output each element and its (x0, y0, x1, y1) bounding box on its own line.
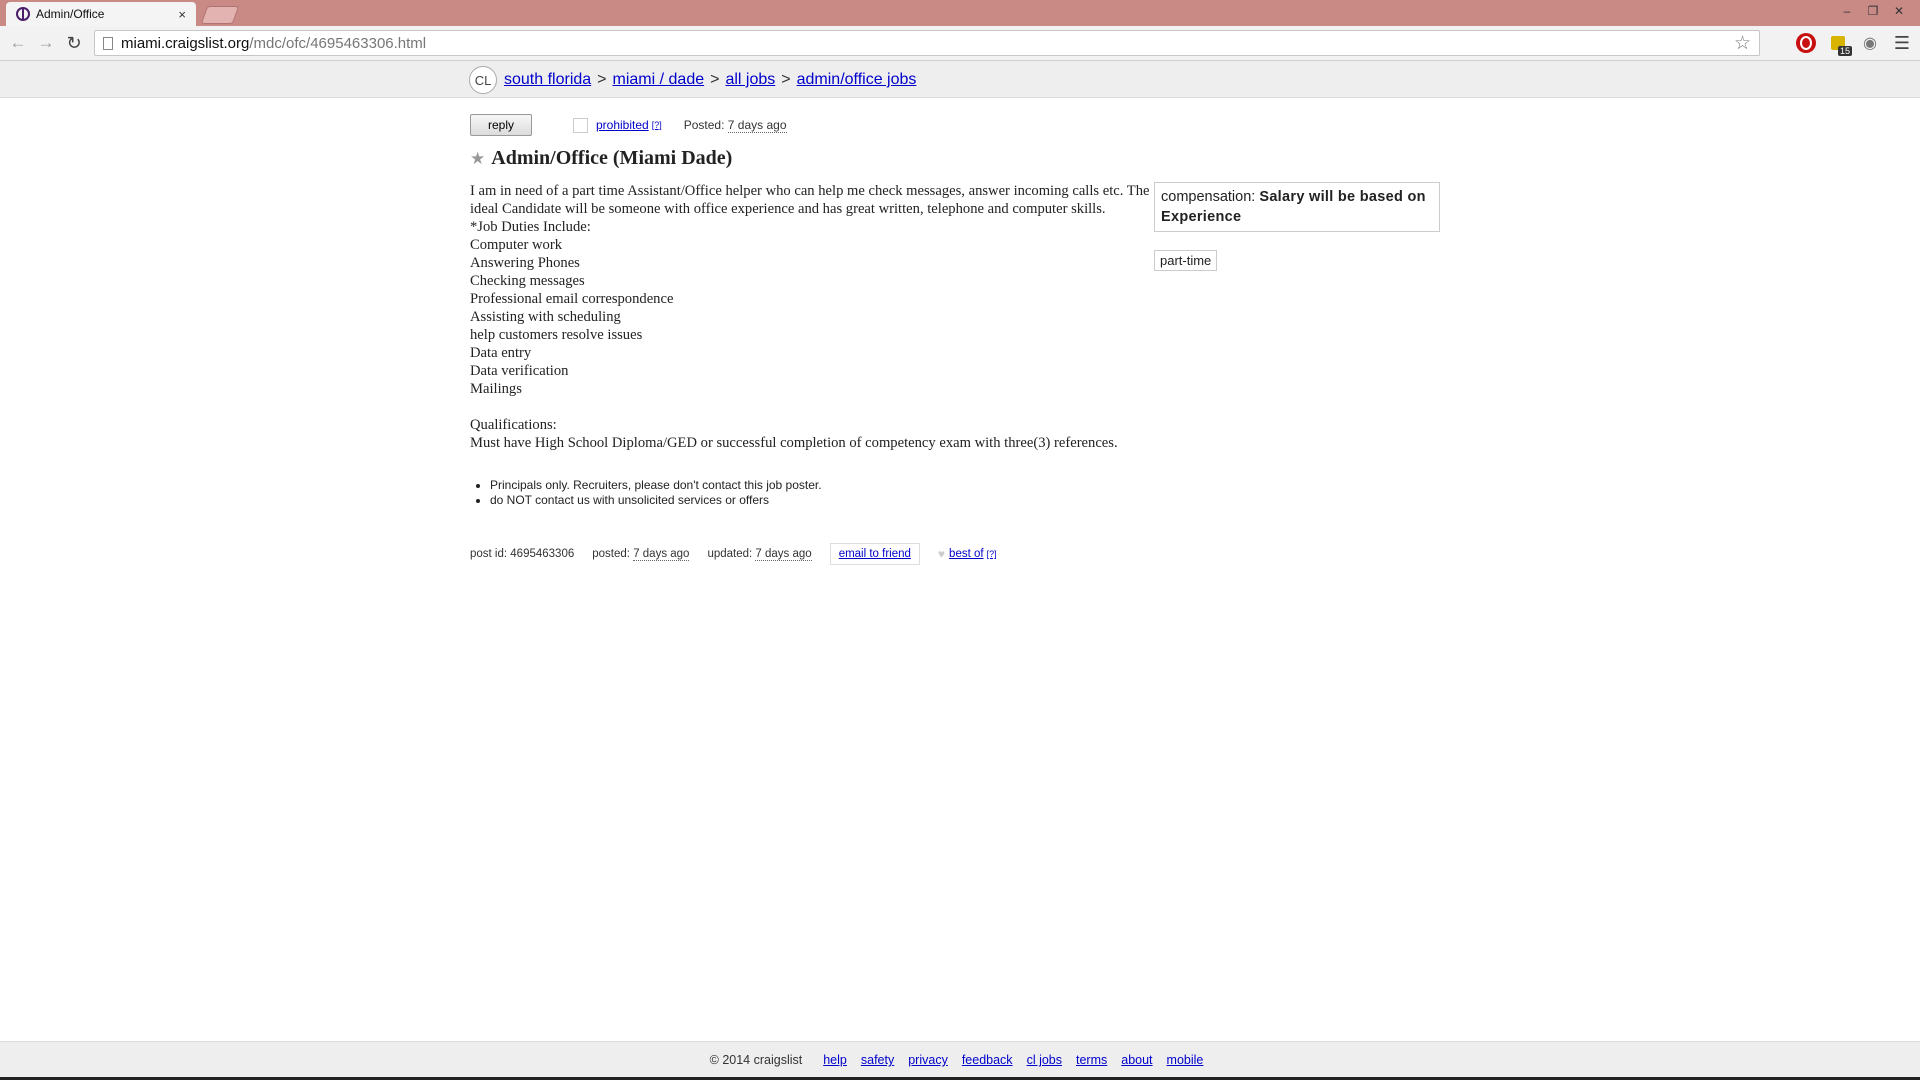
extension-badge: 15 (1837, 46, 1852, 56)
browser-titlebar: Admin/Office × – ❐ ✕ (0, 0, 1920, 26)
address-bar[interactable]: miami.craigslist.org/mdc/ofc/4695463306.… (94, 30, 1760, 56)
notice-item: Principals only. Recruiters, please don'… (490, 478, 1470, 493)
restore-button[interactable]: ❐ (1860, 2, 1886, 20)
opera-extension-icon[interactable] (1796, 33, 1816, 53)
tab-title: Admin/Office (36, 7, 105, 21)
copyright: © 2014 craigslist (709, 1053, 803, 1067)
favorite-star-icon[interactable]: ★ (470, 149, 485, 169)
breadcrumb: CL south florida > miami / dade > all jo… (469, 66, 916, 94)
craigslist-logo[interactable]: CL (469, 66, 497, 94)
footer-link-privacy[interactable]: privacy (908, 1053, 948, 1067)
reload-icon[interactable]: ↻ (64, 33, 84, 53)
updated-meta-label: updated: (707, 548, 753, 560)
post-id-label: post id: (470, 548, 508, 560)
posted-info: Posted: 7 days ago (683, 118, 787, 133)
action-row: reply prohibited [?] Posted: 7 days ago (470, 113, 1470, 137)
compensation-label: compensation: (1161, 189, 1256, 205)
peace-favicon-icon (16, 7, 30, 21)
menu-icon[interactable]: ☰ (1892, 33, 1912, 53)
page-footer: © 2014 craigslist help safety privacy fe… (0, 1041, 1920, 1078)
url-path: /mdc/ofc/4695463306.html (249, 34, 427, 52)
duty-item: Computer work (470, 237, 563, 253)
posted-label: Posted: (683, 118, 725, 132)
post-id-value: 4695463306 (510, 548, 575, 560)
posting-intro: I am in need of a part time Assistant/Of… (470, 183, 1150, 217)
posting-content: reply prohibited [?] Posted: 7 days ago … (470, 113, 1470, 565)
posting-title: Admin/Office (Miami Dade) (491, 147, 733, 169)
footer-link-feedback[interactable]: feedback (962, 1053, 1013, 1067)
url-host: miami.craigslist.org (121, 34, 250, 52)
footer-link-safety[interactable]: safety (861, 1053, 894, 1067)
best-of-help-link[interactable]: [?] (987, 549, 997, 559)
notice-item: do NOT contact us with unsolicited servi… (490, 493, 1470, 508)
posted-date: 7 days ago (727, 118, 787, 133)
duty-item: Data verification (470, 363, 569, 379)
duties-header: *Job Duties Include: (470, 219, 591, 235)
duty-item: Assisting with scheduling (470, 309, 621, 325)
compensation-box: compensation: Salary will be based on Ex… (1154, 182, 1440, 232)
prohibited-flag-checkbox[interactable] (573, 117, 588, 133)
prohibited-link[interactable]: prohibited (596, 118, 649, 132)
posted-meta: posted: 7 days ago (592, 548, 690, 561)
duty-item: Data entry (470, 345, 532, 361)
duty-item: Checking messages (470, 273, 585, 289)
employment-type-tag: part-time (1154, 250, 1218, 271)
close-window-button[interactable]: ✕ (1886, 2, 1912, 20)
cl-header: CL south florida > miami / dade > all jo… (0, 61, 1920, 98)
breadcrumb-separator: > (781, 71, 791, 88)
breadcrumb-south-florida[interactable]: south florida (504, 71, 591, 89)
duty-item: help customers resolve issues (470, 327, 643, 343)
forward-arrow-icon[interactable]: → (36, 33, 56, 53)
new-tab-button[interactable] (200, 6, 240, 24)
browser-tab[interactable]: Admin/Office × (6, 2, 196, 26)
eye-extension-icon[interactable]: ◉ (1860, 33, 1880, 53)
notices-list: Principals only. Recruiters, please don'… (470, 478, 1470, 508)
duty-item: Answering Phones (470, 255, 580, 271)
title-row: ★ Admin/Office (Miami Dade) (470, 147, 1470, 170)
footer-link-about[interactable]: about (1121, 1053, 1152, 1067)
prohibited-help-link[interactable]: [?] (652, 120, 662, 130)
window-controls: – ❐ ✕ (1834, 2, 1912, 20)
tab-close-icon[interactable]: × (178, 7, 186, 22)
updated-meta-date: 7 days ago (755, 548, 812, 561)
minimize-button[interactable]: – (1834, 2, 1860, 20)
posted-meta-date: 7 days ago (633, 548, 690, 561)
post-id: post id: 4695463306 (470, 548, 574, 560)
lock-extension-icon[interactable]: 15 (1828, 33, 1852, 56)
footer-link-help[interactable]: help (823, 1053, 847, 1067)
footer-link-mobile[interactable]: mobile (1167, 1053, 1204, 1067)
extension-icons: 15 ◉ ☰ (1796, 33, 1912, 56)
posted-meta-label: posted: (592, 548, 630, 560)
posting-body-wrap: I am in need of a part time Assistant/Of… (470, 182, 1470, 452)
breadcrumb-separator: > (710, 71, 720, 88)
footer-link-cl-jobs[interactable]: cl jobs (1027, 1053, 1062, 1067)
attribute-sidebar: compensation: Salary will be based on Ex… (1154, 182, 1440, 271)
breadcrumb-admin-office-jobs[interactable]: admin/office jobs (797, 71, 917, 89)
footer-link-terms[interactable]: terms (1076, 1053, 1107, 1067)
browser-toolbar: ← → ↻ miami.craigslist.org/mdc/ofc/46954… (0, 26, 1920, 61)
breadcrumb-all-jobs[interactable]: all jobs (725, 71, 775, 89)
body-spacer (470, 398, 1150, 416)
qualifications-header: Qualifications: (470, 417, 557, 433)
updated-meta: updated: 7 days ago (707, 548, 812, 561)
qualifications-text: Must have High School Diploma/GED or suc… (470, 435, 1118, 451)
duty-item: Mailings (470, 381, 522, 397)
breadcrumb-separator: > (597, 71, 607, 88)
email-to-friend-box: email to friend (829, 543, 920, 565)
bookmark-star-icon[interactable]: ☆ (1734, 32, 1751, 55)
best-of-link[interactable]: best of (949, 548, 984, 560)
back-arrow-icon[interactable]: ← (8, 33, 28, 53)
reply-button[interactable]: reply (470, 114, 532, 136)
posting-body: I am in need of a part time Assistant/Of… (470, 182, 1150, 452)
email-to-friend-link[interactable]: email to friend (839, 548, 911, 560)
heart-icon[interactable]: ♥ (938, 547, 945, 561)
page-icon (103, 36, 113, 50)
breadcrumb-miami-dade[interactable]: miami / dade (613, 71, 705, 89)
duty-item: Professional email correspondence (470, 291, 674, 307)
post-info-bar: post id: 4695463306 posted: 7 days ago u… (470, 543, 1470, 565)
